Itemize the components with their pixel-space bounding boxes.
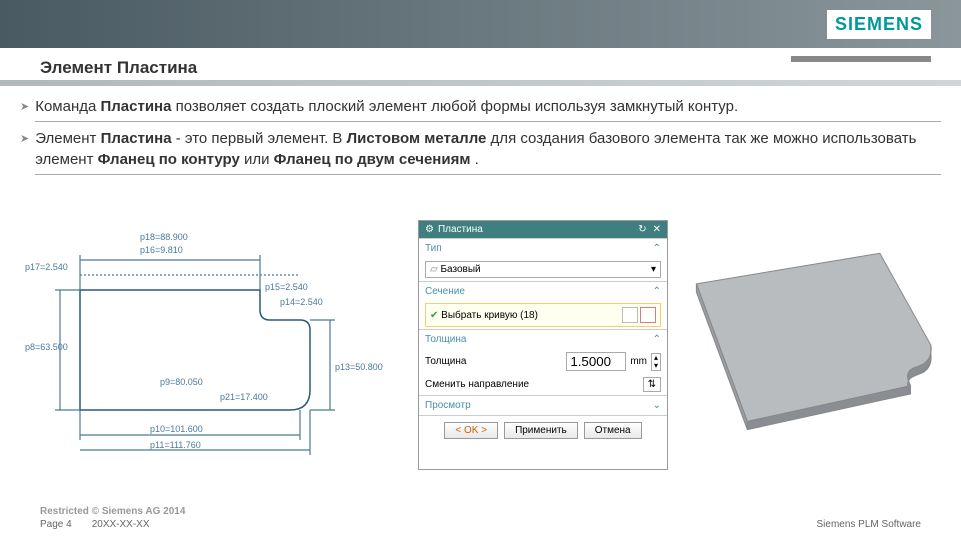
curve-icon[interactable]	[640, 307, 656, 323]
bullet-2-text: Элемент Пластина - это первый элемент. В…	[35, 128, 941, 175]
bullet-2: ➤ Элемент Пластина - это первый элемент.…	[20, 128, 941, 175]
chevron-up-icon: ⌃	[653, 243, 661, 254]
footer: Restricted © Siemens AG 2014 Page 4 20XX…	[40, 506, 921, 530]
dim-p14: p14=2.540	[280, 297, 323, 307]
dim-p17: p17=2.540	[25, 262, 68, 272]
dim-p16: p16=9.810	[140, 245, 183, 255]
tab-base-icon: ▱	[430, 264, 438, 275]
bullet-marker: ➤	[20, 96, 29, 115]
select-curve-row[interactable]: ✔ Выбрать кривую (18)	[425, 303, 661, 327]
ok-button[interactable]: < OK >	[444, 422, 498, 439]
apply-button[interactable]: Применить	[504, 422, 578, 439]
section-preview[interactable]: Просмотр ⌄	[419, 395, 667, 415]
section-thickness[interactable]: Толщина ⌃	[419, 329, 667, 349]
close-icon[interactable]: ✕	[653, 224, 661, 235]
chevron-up-icon: ⌃	[653, 286, 661, 297]
thickness-input[interactable]	[566, 352, 626, 371]
dim-p10: p10=101.600	[150, 424, 203, 434]
dim-p8: p8=63.500	[25, 342, 68, 352]
header-band	[0, 0, 961, 48]
gear-icon: ⚙	[425, 224, 434, 235]
brand-logo: SIEMENS	[827, 10, 931, 39]
stepper-icon[interactable]: ▴▾	[651, 353, 661, 371]
bullet-1: ➤ Команда Пластина позволяет создать пло…	[20, 96, 941, 122]
dim-p15: p15=2.540	[265, 282, 308, 292]
footer-page: Page 4	[40, 519, 72, 530]
page-title: Элемент Пластина	[40, 58, 197, 78]
dialog-title: Пластина	[438, 224, 483, 235]
dim-p13: p13=50.800	[335, 362, 383, 372]
type-dropdown[interactable]: ▱ Базовый ▾	[425, 261, 661, 278]
section-section[interactable]: Сечение ⌃	[419, 281, 667, 301]
reset-icon[interactable]: ↻	[638, 224, 646, 235]
footer-right: Siemens PLM Software	[817, 519, 922, 530]
footer-date: 20XX-XX-XX	[92, 519, 150, 530]
check-icon: ✔	[430, 310, 438, 321]
flip-direction-label: Сменить направление	[425, 379, 639, 390]
title-separator	[0, 80, 961, 86]
dim-p9: p9=80.050	[160, 377, 203, 387]
brand-text: SIEMENS	[835, 14, 923, 34]
sketch-icon[interactable]	[622, 307, 638, 323]
dim-p21: p21=17.400	[220, 392, 268, 402]
cancel-button[interactable]: Отмена	[584, 422, 642, 439]
thickness-unit: mm	[630, 356, 647, 367]
dim-p11: p11=111.760	[150, 440, 201, 450]
tab-dialog: ⚙ Пластина ↻ ✕ Тип ⌃ ▱ Базовый ▾ Сечение…	[418, 220, 668, 470]
dim-p18: p18=88.900	[140, 232, 188, 242]
bullet-1-text: Команда Пластина позволяет создать плоск…	[35, 96, 941, 122]
chevron-down-icon: ▾	[651, 264, 656, 275]
dialog-titlebar[interactable]: ⚙ Пластина ↻ ✕	[419, 221, 667, 238]
sketch-view: p18=88.900 p16=9.810 p17=2.540 p15=2.540…	[20, 220, 410, 460]
chevron-up-icon: ⌃	[653, 334, 661, 345]
section-type[interactable]: Тип ⌃	[419, 238, 667, 258]
bullet-marker: ➤	[20, 128, 29, 147]
chevron-down-icon: ⌄	[653, 400, 661, 411]
content-area: ➤ Команда Пластина позволяет создать пло…	[20, 96, 941, 181]
brand-underline	[791, 56, 931, 62]
work-area: p18=88.900 p16=9.810 p17=2.540 p15=2.540…	[20, 220, 941, 470]
footer-restricted: Restricted © Siemens AG 2014	[40, 506, 185, 517]
thickness-label: Толщина	[425, 356, 562, 367]
3d-preview[interactable]	[676, 220, 941, 470]
flip-icon[interactable]: ⇅	[643, 377, 661, 392]
